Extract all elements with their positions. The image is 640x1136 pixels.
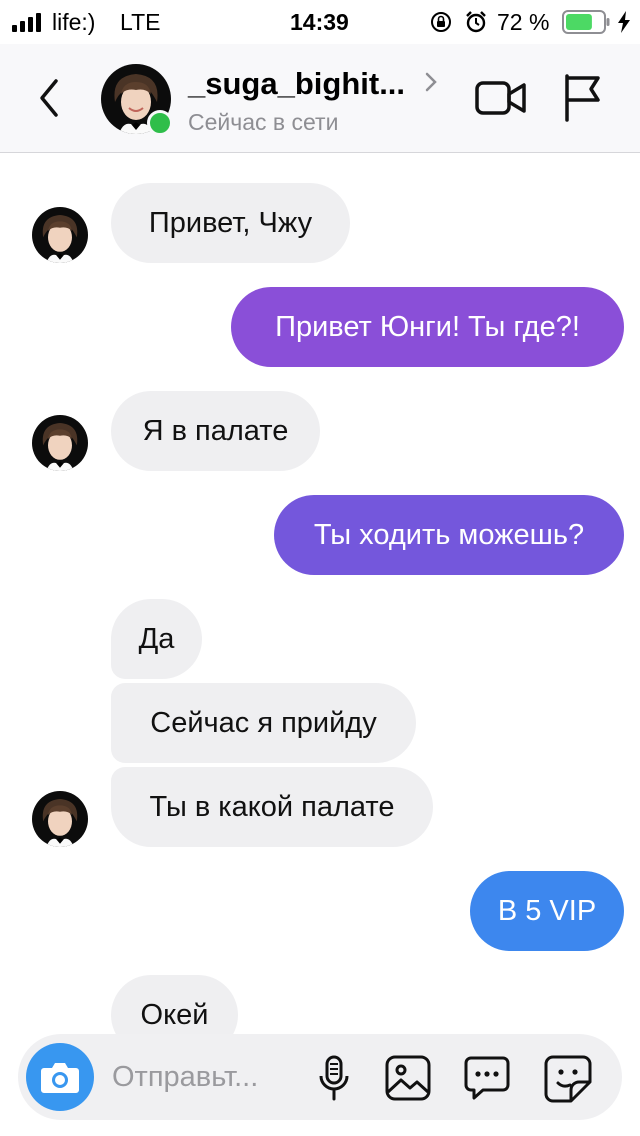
- network-type: LTE: [120, 8, 161, 35]
- charging-icon: [617, 0, 631, 44]
- outgoing-message[interactable]: Ты ходить можешь?: [274, 495, 624, 575]
- back-icon[interactable]: [30, 74, 70, 122]
- incoming-message[interactable]: Я в палате: [111, 391, 320, 471]
- carrier-name: life:): [52, 8, 96, 35]
- message-composer: Отправьт...: [18, 1034, 622, 1120]
- outgoing-message[interactable]: В 5 VIP: [470, 871, 624, 951]
- camera-button[interactable]: [26, 1043, 94, 1111]
- avatar[interactable]: [32, 791, 88, 847]
- message-input[interactable]: Отправьт...: [112, 1034, 258, 1120]
- chat-username[interactable]: _suga_bighit...: [188, 66, 405, 102]
- microphone-icon[interactable]: [310, 1054, 358, 1102]
- chat-bubble-icon[interactable]: [463, 1054, 511, 1102]
- incoming-message[interactable]: Ты в какой палате: [111, 767, 433, 847]
- video-call-icon[interactable]: [475, 74, 527, 127]
- avatar[interactable]: [32, 415, 88, 471]
- chat-header: _suga_bighit... Сейчас в сети: [0, 44, 640, 153]
- online-indicator: [147, 110, 173, 136]
- clock: 14:39: [290, 8, 349, 35]
- outgoing-message[interactable]: Привет Юнги! Ты где?!: [231, 287, 624, 367]
- signal-icon: [12, 0, 46, 44]
- avatar[interactable]: [32, 207, 88, 263]
- incoming-message[interactable]: Сейчас я прийду: [111, 683, 416, 763]
- status-bar: life:) LTE 14:39 72 %: [0, 0, 640, 44]
- flag-icon[interactable]: [562, 72, 604, 127]
- camera-icon: [41, 1063, 79, 1093]
- incoming-message[interactable]: Привет, Чжу: [111, 183, 350, 263]
- battery-percent: 72 %: [497, 8, 550, 35]
- chevron-right-icon[interactable]: [424, 68, 438, 102]
- sticker-icon[interactable]: [543, 1054, 592, 1103]
- lock-rotation-icon: [430, 0, 452, 44]
- alarm-icon: [465, 0, 487, 44]
- gallery-icon[interactable]: [384, 1054, 432, 1102]
- online-status: Сейчас в сети: [188, 109, 339, 135]
- battery-icon: [562, 0, 610, 44]
- incoming-message[interactable]: Да: [111, 599, 202, 679]
